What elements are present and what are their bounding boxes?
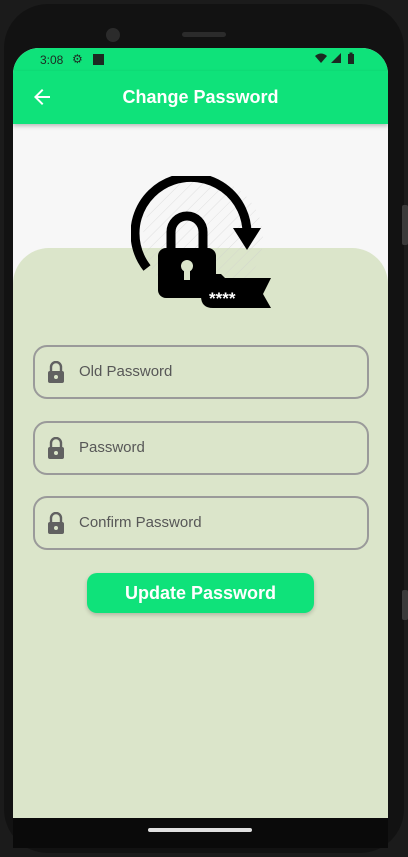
gear-icon: ⚙ — [72, 52, 83, 66]
status-time: 3:08 — [40, 53, 64, 67]
confirm-password-placeholder: Confirm Password — [79, 514, 202, 531]
password-mask-text: **** — [209, 289, 236, 308]
home-indicator[interactable] — [148, 828, 252, 832]
notification-icon — [93, 54, 104, 65]
front-camera — [106, 28, 120, 42]
earpiece-speaker — [182, 32, 226, 37]
wifi-signal-battery-icon — [315, 52, 354, 64]
side-button — [402, 205, 408, 245]
phone-frame: 3:08 ⚙ Change Password **** Old Password… — [0, 0, 408, 857]
side-button — [402, 590, 408, 620]
navigation-bar — [13, 818, 388, 848]
update-password-button[interactable]: Update Password — [87, 573, 314, 613]
status-icons — [314, 52, 362, 68]
old-password-placeholder: Old Password — [79, 363, 173, 380]
lock-icon — [48, 437, 64, 459]
change-password-lock-icon: **** — [131, 176, 271, 308]
old-password-field[interactable]: Old Password — [33, 345, 369, 399]
app-screen: 3:08 ⚙ Change Password **** Old Password… — [13, 48, 388, 818]
confirm-password-field[interactable]: Confirm Password — [33, 496, 369, 550]
page-title: Change Password — [122, 87, 279, 107]
password-field[interactable]: Password — [33, 421, 369, 475]
status-bar: 3:08 ⚙ — [13, 48, 388, 71]
lock-icon — [48, 512, 64, 534]
app-bar: Change Password — [13, 71, 388, 124]
password-placeholder: Password — [79, 439, 145, 456]
lock-icon — [48, 361, 64, 383]
